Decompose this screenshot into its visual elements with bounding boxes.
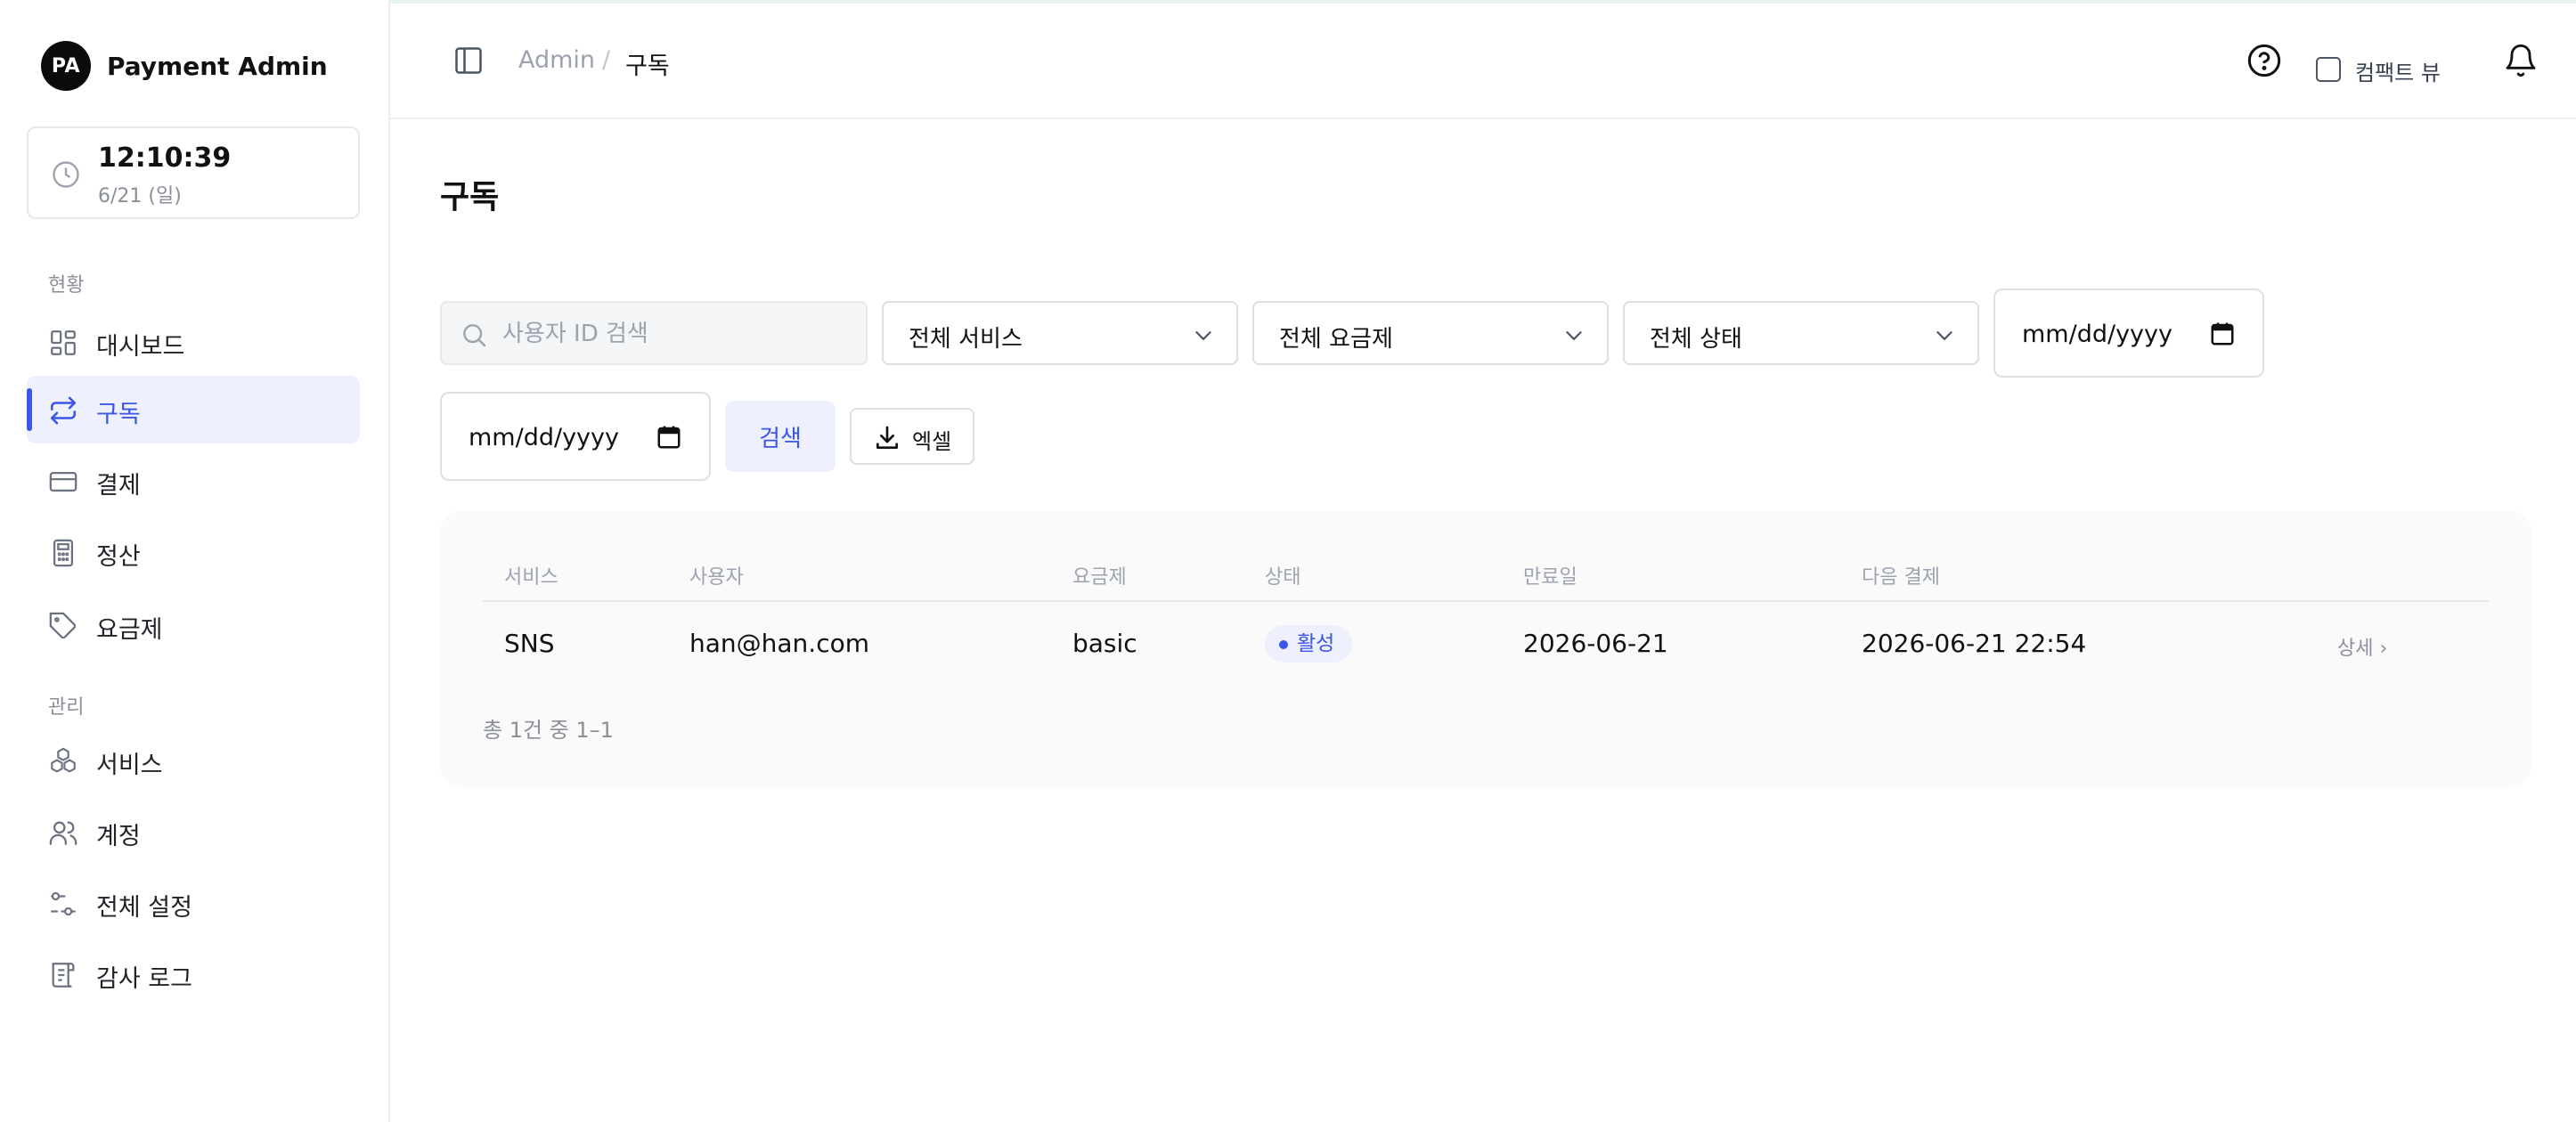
cell-next-payment: 2026-06-21 22:54 — [1862, 629, 2087, 658]
scroll-icon — [52, 963, 75, 988]
sliders-icon — [51, 891, 76, 916]
help-circle-icon[interactable] — [2246, 43, 2282, 78]
plan-select-value: 전체 요금제 — [1279, 326, 1393, 353]
sidebar-item-audit-log[interactable]: 감사 로그 — [27, 940, 360, 1008]
brand-name: Payment Admin — [107, 51, 328, 81]
cell-expiry: 2026-06-21 — [1523, 629, 1668, 658]
dashboard-grid-icon — [51, 330, 76, 355]
date-to-value: mm/dd/yyyy — [469, 424, 619, 451]
sidebar-item-services[interactable]: 서비스 — [27, 727, 360, 794]
sidebar-item-label: 정산 — [96, 543, 141, 571]
sidebar-item-label: 전체 설정 — [96, 894, 192, 922]
section-label-management: 관리 — [48, 696, 85, 719]
search-icon — [463, 324, 486, 347]
date-from-value: mm/dd/yyyy — [2022, 321, 2172, 348]
search-button[interactable]: 검색 — [725, 401, 836, 472]
tag-icon — [49, 612, 77, 639]
calendar-icon[interactable] — [656, 424, 682, 451]
sidebar-item-label: 요금제 — [96, 616, 163, 644]
brand-logo: PA — [41, 41, 91, 91]
sidebar-item-label: 결제 — [96, 472, 141, 500]
search-input[interactable] — [502, 315, 850, 353]
chevron-down-icon — [1936, 331, 1952, 341]
calendar-icon[interactable] — [2209, 321, 2236, 347]
sidebar-item-settlement[interactable]: 정산 — [27, 518, 360, 586]
service-select[interactable]: 전체 서비스 — [882, 301, 1238, 365]
row-detail-link[interactable]: 상세 › — [2337, 632, 2387, 661]
plan-select[interactable]: 전체 요금제 — [1252, 301, 1609, 365]
cell-plan: basic — [1072, 629, 1137, 658]
bell-icon[interactable] — [2503, 43, 2539, 78]
credit-card-icon — [49, 471, 77, 492]
compact-view-checkbox[interactable] — [2316, 57, 2341, 82]
subscriptions-table: 서비스 사용자 요금제 상태 만료일 다음 결제 SNS han@han.com… — [440, 511, 2531, 787]
column-header-next-payment[interactable]: 다음 결제 — [1862, 561, 1940, 589]
sidebar-item-payments[interactable]: 결제 — [27, 447, 360, 515]
pagination-summary: 총 1건 중 1–1 — [483, 718, 614, 743]
sidebar-item-label: 서비스 — [96, 752, 163, 779]
status-badge: 활성 — [1265, 625, 1353, 663]
sidebar-item-global-settings[interactable]: 전체 설정 — [27, 869, 360, 937]
cell-service: SNS — [504, 629, 555, 658]
chevron-down-icon — [1195, 331, 1211, 341]
repeat-arrows-icon — [50, 396, 77, 425]
column-header-status[interactable]: 상태 — [1265, 561, 1300, 589]
clock-widget: 12:10:39 6/21 (일) — [27, 126, 360, 219]
sidebar-item-label: 대시보드 — [96, 333, 185, 361]
chevron-down-icon — [1566, 331, 1582, 341]
column-header-expiry[interactable]: 만료일 — [1523, 561, 1577, 589]
sidebar-item-accounts[interactable]: 계정 — [27, 798, 360, 866]
sidebar-item-plans[interactable]: 요금제 — [27, 591, 360, 659]
excel-button-label: 엑셀 — [912, 429, 952, 454]
clock-icon — [53, 161, 79, 188]
table-header-divider — [483, 600, 2489, 602]
sidebar-item-label: 감사 로그 — [96, 965, 192, 993]
sidebar-toggle-icon[interactable] — [452, 45, 485, 77]
page-title: 구독 — [440, 179, 500, 215]
cell-user: han@han.com — [689, 629, 870, 658]
date-to-input[interactable]: mm/dd/yyyy — [440, 392, 711, 481]
service-select-value: 전체 서비스 — [909, 326, 1023, 353]
users-icon — [49, 821, 77, 845]
calculator-icon — [53, 539, 74, 567]
breadcrumb-admin[interactable]: Admin — [518, 46, 595, 74]
download-icon — [876, 426, 898, 449]
excel-export-button[interactable]: 엑셀 — [850, 408, 974, 465]
compact-view-label[interactable]: 컴팩트 뷰 — [2355, 55, 2441, 86]
status-select[interactable]: 전체 상태 — [1623, 301, 1979, 365]
sidebar-item-dashboard[interactable]: 대시보드 — [27, 308, 360, 376]
column-header-plan[interactable]: 요금제 — [1072, 561, 1127, 589]
sidebar-item-label: 구독 — [96, 401, 141, 428]
breadcrumb-separator: / — [602, 46, 611, 74]
top-header: Admin / 구독 컴팩트 뷰 — [390, 4, 2576, 119]
sidebar: PA Payment Admin 12:10:39 6/21 (일) 현황 대시… — [0, 0, 390, 1122]
clock-time: 12:10:39 — [98, 142, 232, 174]
user-id-search[interactable] — [440, 301, 868, 365]
status-select-value: 전체 상태 — [1650, 326, 1742, 353]
sidebar-item-subscriptions[interactable]: 구독 — [27, 376, 360, 443]
breadcrumb-current: 구독 — [625, 53, 670, 80]
date-from-input[interactable]: mm/dd/yyyy — [1993, 289, 2264, 378]
section-label-status: 현황 — [48, 274, 85, 297]
sidebar-item-label: 계정 — [96, 823, 141, 850]
cubes-icon — [51, 747, 76, 773]
clock-date: 6/21 (일) — [98, 185, 182, 207]
column-header-user[interactable]: 사용자 — [689, 561, 744, 589]
column-header-service[interactable]: 서비스 — [504, 561, 558, 589]
brand[interactable]: PA Payment Admin — [41, 41, 328, 91]
